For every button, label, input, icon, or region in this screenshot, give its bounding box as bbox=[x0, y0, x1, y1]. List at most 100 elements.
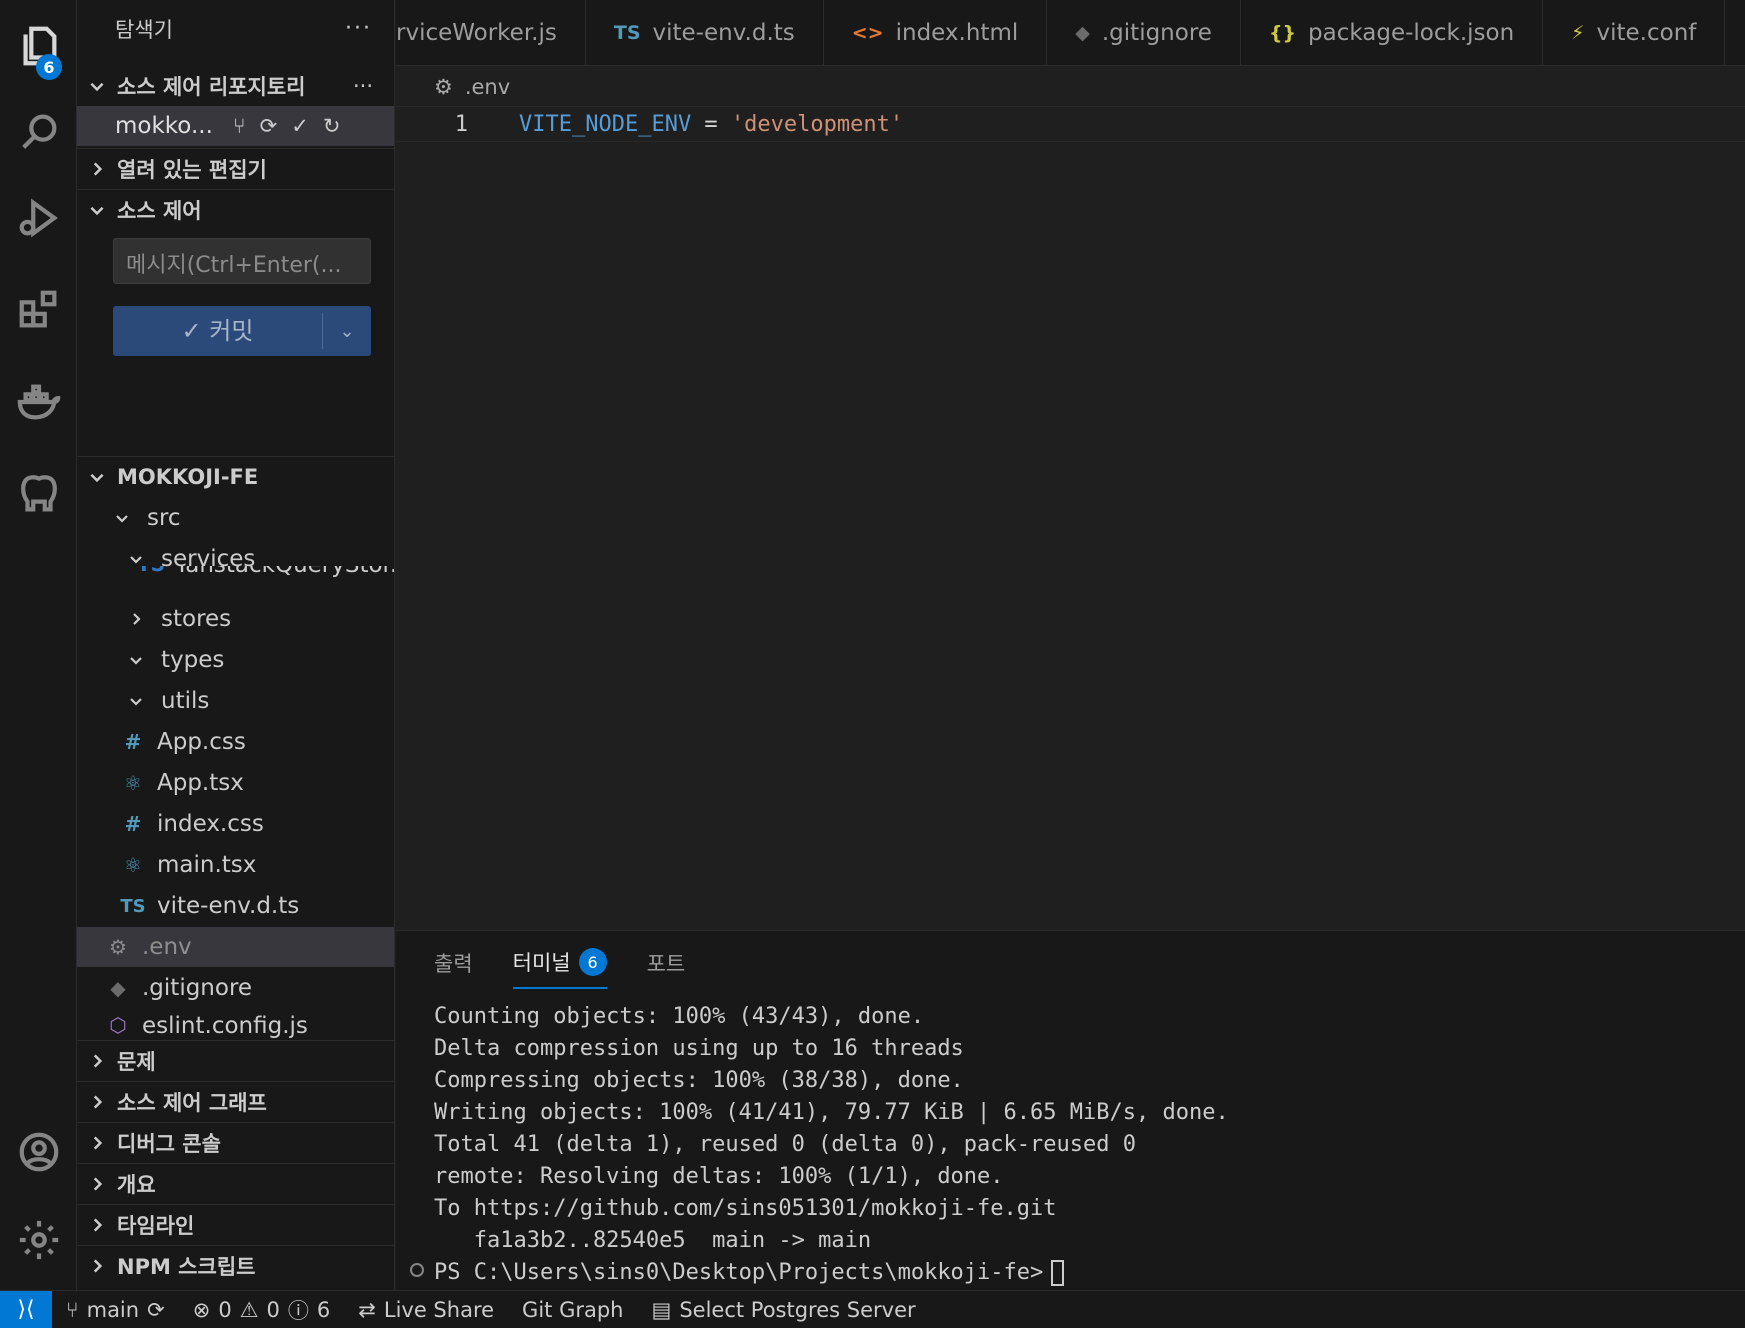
live-share-button[interactable]: ⇄ Live Share bbox=[358, 1298, 494, 1322]
tree-label: App.css bbox=[157, 729, 246, 755]
postgres-icon[interactable] bbox=[0, 454, 77, 534]
tree-folder-stores[interactable]: stores bbox=[77, 599, 394, 639]
typescript-icon: TS bbox=[120, 895, 146, 917]
section-timeline[interactable]: 타임라인 bbox=[77, 1204, 394, 1244]
tree-label: index.css bbox=[157, 811, 264, 837]
tab-service-worker[interactable]: rviceWorker.js bbox=[396, 0, 586, 65]
more-actions-icon[interactable]: ··· bbox=[345, 16, 372, 41]
tab-label: rviceWorker.js bbox=[396, 20, 557, 46]
section-problems[interactable]: 문제 bbox=[77, 1040, 394, 1080]
tree-file-index-css[interactable]: # index.css bbox=[77, 804, 394, 844]
run-debug-icon[interactable] bbox=[0, 178, 77, 258]
section-open-editors[interactable]: 열려 있는 편집기 bbox=[77, 148, 394, 188]
tab-vite-env[interactable]: TS vite-env.d.ts bbox=[586, 0, 824, 65]
json-icon: {} bbox=[1268, 22, 1296, 44]
section-outline[interactable]: 개요 bbox=[77, 1163, 394, 1203]
docker-icon[interactable] bbox=[0, 362, 77, 442]
gear-icon: ⚙ bbox=[434, 75, 453, 99]
tree-file-eslint[interactable]: ⬡ eslint.config.js bbox=[77, 1009, 394, 1039]
section-title: 타임라인 bbox=[117, 1213, 195, 1238]
sync-icon[interactable]: ⟳ bbox=[260, 114, 278, 138]
tree-file-gitignore[interactable]: ◆ .gitignore bbox=[77, 968, 394, 1008]
code-string: 'development' bbox=[730, 111, 904, 137]
section-title: 문제 bbox=[117, 1049, 156, 1074]
status-bar: ⟩⟨ ⑂ main ⟳ ⊗ 0 ⚠ 0 ⓘ 6 ⇄ Live Share Git Gr… bbox=[0, 1290, 1745, 1328]
chevron-down-icon bbox=[77, 468, 117, 486]
tree-label: src bbox=[147, 505, 181, 531]
typescript-icon: TS bbox=[137, 566, 165, 576]
tab-ports[interactable]: 포트 bbox=[647, 947, 686, 989]
tab-label: index.html bbox=[895, 20, 1019, 46]
section-debug-console[interactable]: 디버그 콘솔 bbox=[77, 1122, 394, 1162]
tree-label: eslint.config.js bbox=[142, 1013, 308, 1039]
tab-output[interactable]: 출력 bbox=[434, 947, 473, 989]
vite-icon: ⚡ bbox=[1571, 22, 1585, 44]
repo-more-icon[interactable]: ··· bbox=[353, 74, 373, 98]
breadcrumb[interactable]: ⚙ .env bbox=[434, 72, 510, 102]
account-icon[interactable] bbox=[0, 1112, 77, 1192]
chevron-down-icon bbox=[77, 201, 117, 219]
database-icon: ▤ bbox=[651, 1297, 672, 1322]
tree-label: .gitignore bbox=[142, 975, 253, 1001]
tab-vite-config[interactable]: ⚡ vite.conf bbox=[1543, 0, 1726, 65]
section-project[interactable]: MOKKOJI-FE bbox=[77, 456, 394, 496]
tree-folder-types[interactable]: types bbox=[77, 640, 394, 680]
project-title: MOKKOJI-FE bbox=[117, 464, 259, 489]
tree-file-vite-env[interactable]: TS vite-env.d.ts bbox=[77, 886, 394, 926]
branch-icon: ⑂ bbox=[66, 1297, 79, 1322]
tab-package-lock[interactable]: {} package-lock.json bbox=[1241, 0, 1544, 65]
section-scm-graph[interactable]: 소스 제어 그래프 bbox=[77, 1081, 394, 1121]
undo-icon[interactable]: ↻ bbox=[323, 114, 341, 138]
tab-gitignore[interactable]: ◆ .gitignore bbox=[1047, 0, 1241, 65]
section-scm-repositories[interactable]: 소스 제어 리포지토리 ··· bbox=[77, 66, 394, 106]
tab-terminal[interactable]: 터미널 6 bbox=[512, 947, 607, 989]
postgres-server-button[interactable]: ▤ Select Postgres Server bbox=[651, 1298, 915, 1322]
commit-label: ✓ 커밋 bbox=[113, 313, 323, 349]
editor-line[interactable]: 1 VITE_NODE_ENV = 'development' bbox=[396, 106, 1745, 142]
repo-row[interactable]: mokko... ⑂ ⟳ ✓ ↻ bbox=[77, 106, 394, 146]
commit-button[interactable]: ✓ 커밋 ⌄ bbox=[113, 306, 371, 356]
section-npm-scripts[interactable]: NPM 스크립트 bbox=[77, 1245, 394, 1285]
section-title: 개요 bbox=[117, 1172, 156, 1197]
problems-status[interactable]: ⊗ 0 ⚠ 0 ⓘ 6 bbox=[193, 1295, 331, 1325]
info-icon: ⓘ bbox=[287, 1298, 309, 1323]
tree-file-main-tsx[interactable]: ⚛ main.tsx bbox=[77, 845, 394, 885]
section-title: 디버그 콘솔 bbox=[117, 1131, 221, 1156]
chevron-down-icon bbox=[77, 77, 117, 95]
search-icon[interactable] bbox=[0, 92, 77, 172]
commit-message-input[interactable]: 메시지(Ctrl+Enter(... bbox=[113, 238, 371, 284]
bottom-panel: 출력 터미널 6 포트 Counting objects: 100% (43/4… bbox=[396, 930, 1745, 1290]
terminal-output[interactable]: Counting objects: 100% (43/43), done. Del… bbox=[434, 1001, 1229, 1289]
sidebar-title: 탐색기 bbox=[115, 18, 173, 42]
chevron-down-icon[interactable]: ⌄ bbox=[323, 321, 371, 342]
gear-icon[interactable] bbox=[0, 1200, 77, 1280]
tree-folder-utils[interactable]: utils bbox=[77, 681, 394, 721]
git-graph-button[interactable]: Git Graph bbox=[522, 1298, 623, 1322]
tab-label: .gitignore bbox=[1101, 20, 1212, 46]
branch-icon[interactable]: ⑂ bbox=[233, 114, 246, 138]
branch-status[interactable]: ⑂ main ⟳ bbox=[66, 1298, 165, 1322]
tree-file-app-css[interactable]: # App.css bbox=[77, 722, 394, 762]
tree-folder-src[interactable]: src bbox=[77, 498, 394, 538]
tree-label: types bbox=[161, 647, 225, 673]
terminal-line: Total 41 (delta 1), reused 0 (delta 0), … bbox=[434, 1132, 1136, 1157]
typescript-icon: TS bbox=[613, 22, 641, 44]
remote-icon[interactable]: ⟩⟨ bbox=[0, 1290, 52, 1328]
section-title: 소스 제어 bbox=[117, 198, 202, 223]
check-icon[interactable]: ✓ bbox=[291, 114, 309, 138]
tab-index-html[interactable]: <> index.html bbox=[824, 0, 1048, 65]
extensions-icon[interactable] bbox=[0, 270, 77, 350]
explorer-icon[interactable]: 6 bbox=[0, 6, 77, 86]
error-count: 0 bbox=[218, 1297, 232, 1322]
terminal-line: Compressing objects: 100% (38/38), done. bbox=[434, 1068, 964, 1093]
terminal-prompt: PS C:\Users\sins0\Desktop\Projects\mokko… bbox=[434, 1260, 1044, 1285]
tree-file-tanstack[interactable]: TS TanstackQueryStor... bbox=[77, 566, 394, 592]
code-variable: VITE_NODE_ENV bbox=[519, 111, 692, 137]
tree-file-app-tsx[interactable]: ⚛ App.tsx bbox=[77, 763, 394, 803]
tree-label: utils bbox=[161, 688, 210, 714]
live-share-icon: ⇄ bbox=[358, 1297, 376, 1322]
section-source-control[interactable]: 소스 제어 bbox=[77, 189, 394, 229]
tree-label: TanstackQueryStor... bbox=[175, 566, 394, 578]
terminal-line: remote: Resolving deltas: 100% (1/1), do… bbox=[434, 1164, 1004, 1189]
tree-file-env[interactable]: ⚙ .env bbox=[77, 927, 394, 967]
